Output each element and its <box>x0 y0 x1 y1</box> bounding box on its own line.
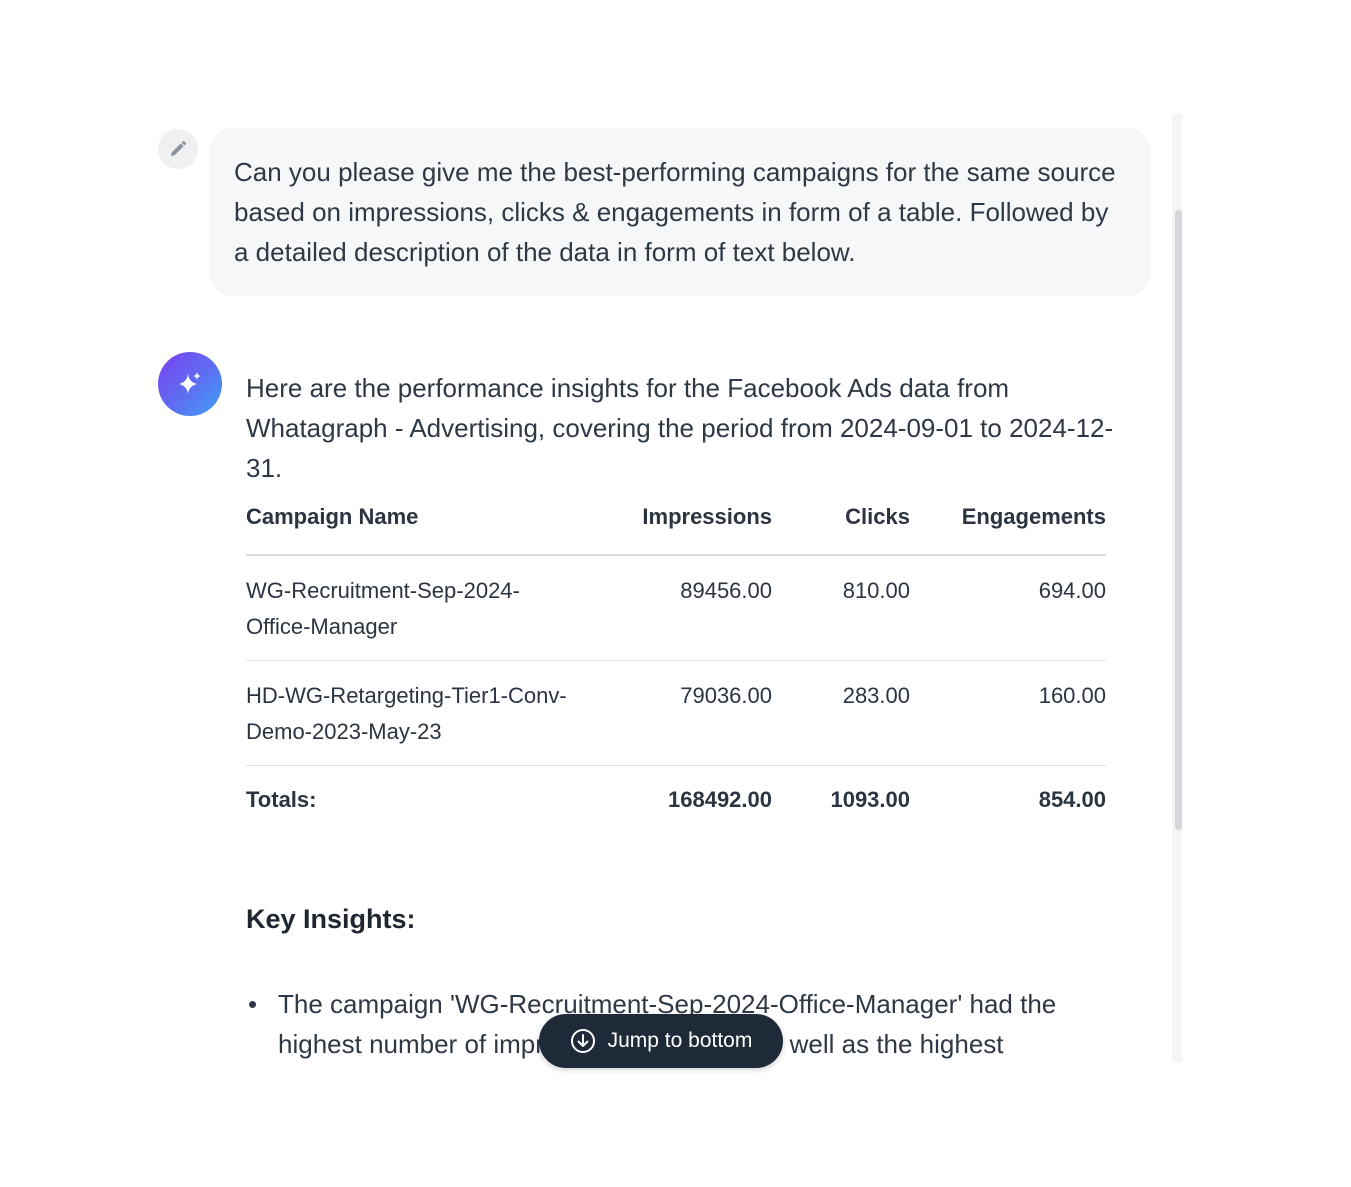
chat-thread: Can you please give me the best-performi… <box>150 112 1182 1062</box>
campaign-performance-table: Campaign Name Impressions Clicks Engagem… <box>246 504 1106 818</box>
header-engagements: Engagements <box>910 504 1106 556</box>
cell-clicks: 283.00 <box>772 660 910 766</box>
edit-message-button[interactable] <box>158 129 198 169</box>
campaign-name-part: WG-Recruitment-Sep-2024- <box>246 578 520 603</box>
user-message-bubble: Can you please give me the best-performi… <box>210 128 1150 296</box>
campaign-name-part: Office-Manager <box>246 614 398 639</box>
cell-clicks: 810.00 <box>772 555 910 661</box>
totals-clicks: 1093.00 <box>830 786 910 812</box>
totals-engagements: 854.00 <box>1038 786 1106 812</box>
header-impressions: Impressions <box>606 504 772 556</box>
table-header-row: Campaign Name Impressions Clicks Engagem… <box>246 504 1106 556</box>
campaign-name-part: HD-WG-Retargeting-Tier1-Conv- <box>246 682 567 708</box>
cell-impressions: 89456.00 <box>606 555 772 661</box>
jump-to-bottom-label: Jump to bottom <box>607 1029 753 1052</box>
user-message-text: Can you please give me the best-performi… <box>234 157 1116 267</box>
totals-impressions: 168492.00 <box>668 786 772 812</box>
table-row: HD-WG-Retargeting-Tier1-Conv- Demo-2023-… <box>246 660 1106 766</box>
cell-engagements: 160.00 <box>910 660 1106 766</box>
header-clicks: Clicks <box>772 504 910 556</box>
assistant-avatar <box>158 352 222 416</box>
pencil-icon <box>171 140 187 156</box>
header-campaign-name: Campaign Name <box>246 504 606 556</box>
cell-engagements: 694.00 <box>910 555 1106 661</box>
cell-campaign-name: WG-Recruitment-Sep-2024- Office-Manager <box>246 555 606 661</box>
cell-impressions: 79036.00 <box>606 660 772 766</box>
key-insights-heading: Key Insights: <box>246 904 416 934</box>
table-totals-row: Totals: 168492.00 1093.00 854.00 <box>246 765 1106 818</box>
arrow-down-circle-icon <box>570 1028 596 1054</box>
assistant-intro-text: Here are the performance insights for th… <box>246 373 1114 483</box>
jump-to-bottom-button[interactable]: Jump to bottom <box>539 1014 783 1068</box>
bullet-icon: • <box>248 989 258 1019</box>
chat-page: Can you please give me the best-performi… <box>0 0 1351 1187</box>
cell-campaign-name: HD-WG-Retargeting-Tier1-Conv- Demo-2023-… <box>246 660 606 766</box>
totals-label: Totals: <box>246 786 317 812</box>
table-row: WG-Recruitment-Sep-2024- Office-Manager … <box>246 555 1106 661</box>
campaign-name-part: Demo-2023-May-23 <box>246 718 442 744</box>
sparkle-icon <box>179 372 201 394</box>
